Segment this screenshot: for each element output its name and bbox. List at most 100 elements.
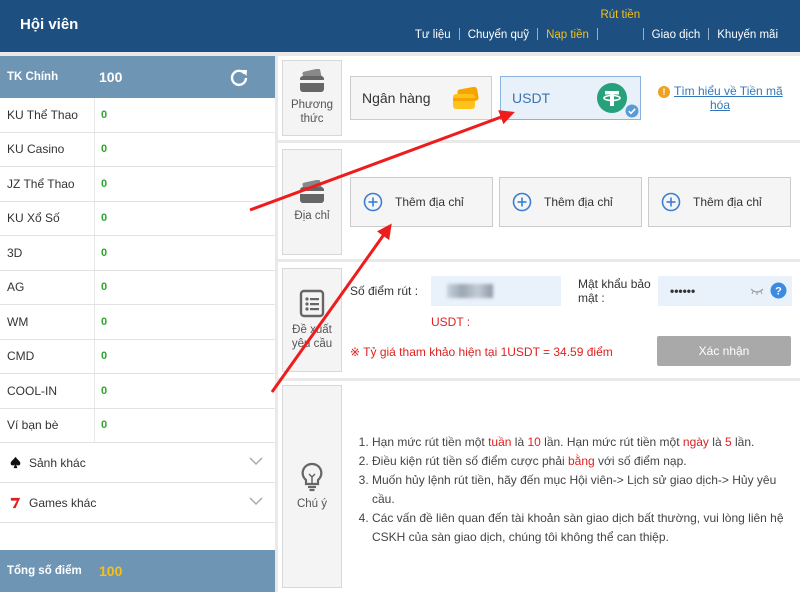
refresh-icon[interactable] — [229, 67, 249, 87]
document-list-icon — [299, 290, 325, 318]
wallet-name: WM — [0, 305, 95, 339]
bank-card-icon — [453, 86, 479, 109]
method-section-label: Phương thức — [282, 60, 342, 136]
request-label-line2: yêu cầu — [291, 338, 333, 350]
request-panel: Đề xuất yêu cầu Số điểm rút : Mật khẩu b… — [278, 262, 800, 378]
wallet-name: KU Thể Thao — [0, 98, 95, 132]
blurred-value — [447, 284, 493, 298]
nav-rut-tien[interactable]: Rút tiền — [598, 9, 643, 52]
wallet-name: AG — [0, 270, 95, 304]
help-icon[interactable]: ? — [770, 282, 787, 299]
password-input[interactable]: •••••• ? — [658, 276, 792, 306]
request-section-label: Đề xuất yêu cầu — [282, 268, 342, 372]
group-sanh-khac[interactable]: Sảnh khác — [0, 443, 275, 483]
wallet-row[interactable]: Ví bạn bè 0 — [0, 408, 275, 443]
method-label-line1: Phương — [290, 99, 334, 112]
chevron-down-icon[interactable] — [249, 496, 263, 506]
wallet-name: COOL-IN — [0, 374, 95, 408]
wallet-value: 0 — [101, 350, 108, 363]
method-bank-label: Ngân hàng — [362, 90, 431, 106]
svg-text:?: ? — [775, 286, 782, 298]
plus-circle-icon — [363, 192, 383, 212]
add-address-label: Thêm địa chỉ — [544, 195, 613, 209]
password-value: •••••• — [670, 284, 696, 298]
confirm-button[interactable]: Xác nhận — [657, 336, 791, 366]
add-address-button[interactable]: Thêm địa chỉ — [350, 177, 493, 227]
wallet-name: KU Casino — [0, 132, 95, 166]
nav-rut-tien-label: Rút tiền — [600, 9, 641, 21]
nav-giao-dich[interactable]: Giao dịch — [644, 29, 709, 52]
group-games-khac[interactable]: Games khác — [0, 483, 275, 523]
group-label: Games khác — [29, 495, 97, 510]
wallet-value: 0 — [101, 212, 108, 225]
usdt-amount-label: USDT : — [431, 315, 471, 329]
address-section-label: Địa chỉ — [282, 149, 342, 255]
lightbulb-icon — [301, 462, 323, 491]
wallet-row[interactable]: COOL-IN 0 — [0, 374, 275, 409]
top-nav: Tư liệu Chuyển quỹ Nạp tiền Rút tiền Gia… — [407, 0, 786, 52]
note-item: Các vấn đề liên quan đến tài khoản sàn g… — [372, 509, 784, 547]
wallet-card-icon — [300, 69, 324, 93]
wallet-row[interactable]: KU Xổ Số 0 — [0, 201, 275, 236]
points-input[interactable] — [431, 276, 561, 306]
wallet-name: JZ Thể Thao — [0, 167, 95, 201]
notes-list: Hạn mức rút tiền một tuần là 10 lần. Hạn… — [354, 433, 784, 547]
chevron-down-icon[interactable] — [249, 456, 263, 466]
points-label: Số điểm rút : — [350, 284, 419, 298]
wallet-row[interactable]: JZ Thể Thao 0 — [0, 167, 275, 202]
method-panel: Phương thức Ngân hàng USDT ! Tìm hiểu về … — [278, 56, 800, 140]
wallet-value: 0 — [101, 108, 108, 121]
method-bank-button[interactable]: Ngân hàng — [350, 76, 492, 120]
wallet-value: 0 — [101, 315, 108, 328]
total-points-row: Tổng số điểm 100 — [0, 550, 275, 592]
method-usdt-button[interactable]: USDT — [500, 76, 641, 120]
add-address-button[interactable]: Thêm địa chỉ — [499, 177, 642, 227]
seven-icon — [8, 496, 22, 510]
header: Hội viên Tư liệu Chuyển quỹ Nạp tiền Rút… — [0, 0, 800, 52]
wallet-row[interactable]: 3D 0 — [0, 236, 275, 271]
wallet-value: 0 — [101, 281, 108, 294]
eye-hidden-icon[interactable] — [750, 286, 764, 296]
notes-label: Chú ý — [296, 497, 328, 510]
wallet-row[interactable]: KU Thể Thao 0 — [0, 98, 275, 133]
learn-link-line2: hóa — [710, 98, 731, 113]
add-address-button[interactable]: Thêm địa chỉ — [648, 177, 791, 227]
nav-khuyen-mai[interactable]: Khuyến mãi — [709, 29, 786, 52]
wallet-value: 0 — [101, 384, 108, 397]
wallet-value: 0 — [101, 143, 108, 156]
wallet-row[interactable]: WM 0 — [0, 305, 275, 340]
wallet-name: Ví bạn bè — [0, 408, 95, 442]
plus-circle-icon — [512, 192, 532, 212]
learn-link-line1: Tìm hiểu về Tiền mã — [674, 84, 783, 98]
password-label-line2: mật : — [578, 291, 605, 305]
sidebar: TK Chính 100 KU Thể Thao 0 KU Casino 0 JZ … — [0, 56, 275, 592]
note-item: Muốn hủy lệnh rút tiền, hãy đến mục Hội … — [372, 471, 784, 509]
address-panel: Địa chỉ Thêm địa chỉ Thêm địa chỉ Thêm đ… — [278, 143, 800, 259]
info-icon: ! — [658, 86, 670, 98]
password-label-line1: Mật khẩu bảo — [578, 277, 651, 291]
password-label: Mật khẩu bảo mật : — [578, 277, 651, 305]
nav-tu-lieu[interactable]: Tư liệu — [407, 29, 459, 52]
nav-nap-tien[interactable]: Nạp tiền — [538, 29, 597, 52]
wallet-value: 0 — [101, 177, 108, 190]
wallet-name: KU Xổ Số — [0, 201, 95, 235]
notes-section-label: Chú ý — [282, 385, 342, 588]
request-label-line1: Đề xuất — [292, 324, 332, 337]
plus-circle-icon — [661, 192, 681, 212]
address-label: Địa chỉ — [294, 210, 330, 223]
learn-crypto-link[interactable]: ! Tìm hiểu về Tiền mã hóa — [658, 84, 788, 113]
wallet-value: 0 — [101, 419, 108, 432]
page-title: Hội viên — [20, 16, 79, 33]
wallet-value: 0 — [101, 246, 108, 259]
tether-icon — [597, 83, 627, 113]
wallet-row[interactable]: AG 0 — [0, 270, 275, 305]
wallet-row[interactable]: CMD 0 — [0, 339, 275, 374]
total-points-value: 100 — [99, 563, 123, 579]
exchange-rate-note: ※ Tỷ giá tham khảo hiện tại 1USDT = 34.5… — [350, 345, 613, 359]
spade-icon — [8, 456, 22, 470]
wallet-row[interactable]: KU Casino 0 — [0, 132, 275, 167]
nav-chuyen-quy[interactable]: Chuyển quỹ — [460, 29, 537, 52]
main-account-value: 100 — [99, 69, 123, 85]
wallet-name: CMD — [0, 339, 95, 373]
add-address-label: Thêm địa chỉ — [693, 195, 762, 209]
